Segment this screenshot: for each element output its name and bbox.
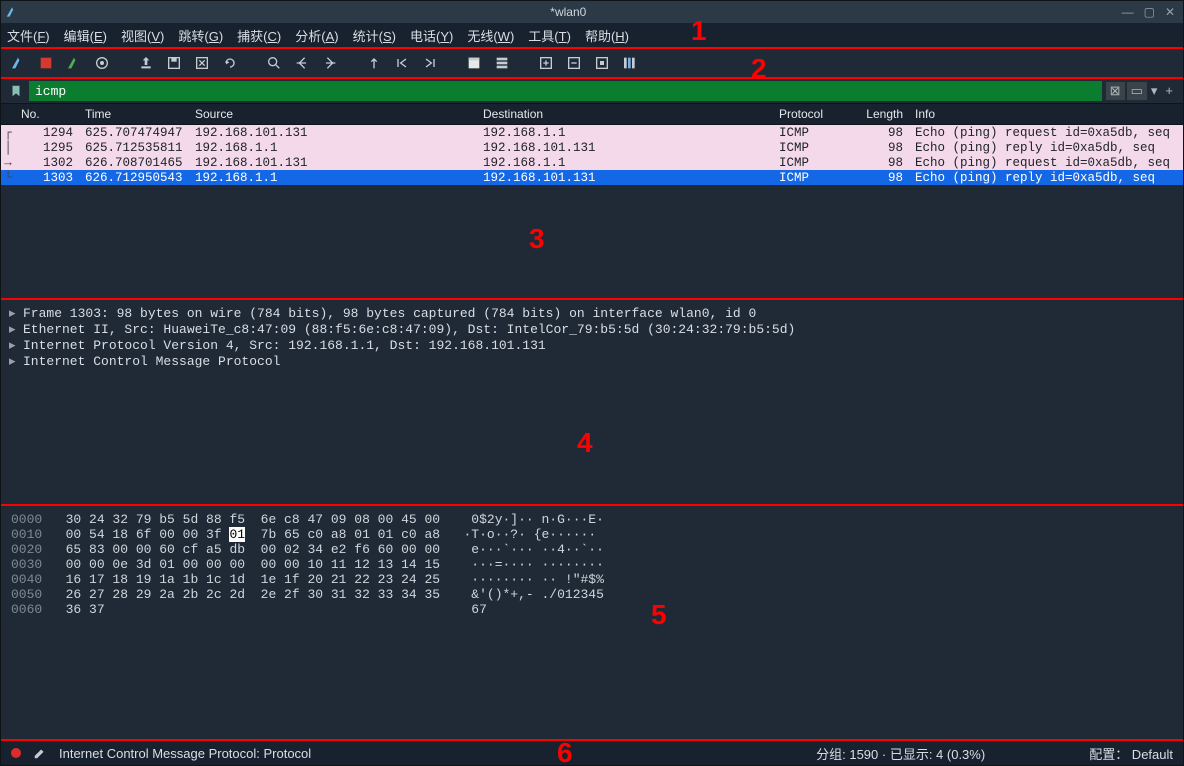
open-icon[interactable]	[135, 52, 157, 74]
status-left: Internet Control Message Protocol: Proto…	[59, 746, 311, 761]
col-protocol[interactable]: Protocol	[773, 107, 845, 121]
packet-details-pane[interactable]: ▸Frame 1303: 98 bytes on wire (784 bits)…	[1, 300, 1183, 504]
zoom-in-icon[interactable]	[535, 52, 557, 74]
minimize-button[interactable]: —	[1122, 5, 1134, 19]
menu-file[interactable]: 文件(F)	[7, 26, 50, 45]
packet-list-header: No. Time Source Destination Protocol Len…	[1, 103, 1183, 125]
filter-dropdown-icon[interactable]: ▾	[1149, 82, 1160, 100]
status-packets: 分组: 1590 · 已显示: 4 (0.3%)	[816, 744, 985, 763]
packet-bytes-pane[interactable]: 0000 30 24 32 79 b5 5d 88 f5 6e c8 47 09…	[1, 506, 1183, 739]
clear-filter-icon[interactable]: ⊠	[1106, 82, 1125, 100]
col-length[interactable]: Length	[845, 107, 909, 121]
edit-icon[interactable]	[33, 746, 47, 760]
close-file-icon[interactable]	[191, 52, 213, 74]
restart-capture-icon[interactable]	[63, 52, 85, 74]
next-icon[interactable]	[319, 52, 341, 74]
bookmark-icon[interactable]	[7, 82, 25, 100]
packet-row[interactable]: └1303626.712950543192.168.1.1192.168.101…	[1, 170, 1183, 185]
packet-list-pane[interactable]: ┌1294625.707474947192.168.101.131192.168…	[1, 125, 1183, 298]
zoom-out-icon[interactable]	[563, 52, 585, 74]
go-last-icon[interactable]	[419, 52, 441, 74]
start-capture-icon[interactable]	[7, 52, 29, 74]
col-source[interactable]: Source	[189, 107, 477, 121]
menu-analyze[interactable]: 分析(A)	[295, 26, 338, 45]
prev-icon[interactable]	[291, 52, 313, 74]
colorize-icon[interactable]	[491, 52, 513, 74]
maximize-button[interactable]: ▢	[1144, 5, 1155, 19]
menu-view[interactable]: 视图(V)	[121, 26, 164, 45]
save-icon[interactable]	[163, 52, 185, 74]
app-icon	[1, 5, 23, 19]
col-time[interactable]: Time	[79, 107, 189, 121]
status-bar: Internet Control Message Protocol: Proto…	[1, 741, 1183, 765]
resize-cols-icon[interactable]	[619, 52, 641, 74]
go-first-icon[interactable]	[391, 52, 413, 74]
details-row[interactable]: ▸Ethernet II, Src: HuaweiTe_c8:47:09 (88…	[1, 322, 1183, 338]
stop-capture-icon[interactable]	[35, 52, 57, 74]
details-row[interactable]: ▸Internet Control Message Protocol	[1, 354, 1183, 370]
add-filter-icon[interactable]: +	[1161, 82, 1177, 100]
find-icon[interactable]	[263, 52, 285, 74]
menu-edit[interactable]: 编辑(E)	[64, 26, 107, 45]
toolbar	[1, 49, 1183, 77]
options-icon[interactable]	[91, 52, 113, 74]
menu-bar: 文件(F) 编辑(E) 视图(V) 跳转(G) 捕获(C) 分析(A) 统计(S…	[1, 23, 1183, 47]
apply-filter-icon[interactable]: ▭	[1127, 82, 1147, 100]
menu-telephony[interactable]: 电话(Y)	[410, 26, 453, 45]
expert-info-icon[interactable]	[11, 748, 21, 758]
packet-row[interactable]: →1302626.708701465192.168.101.131192.168…	[1, 155, 1183, 170]
packet-row[interactable]: ┌1294625.707474947192.168.101.131192.168…	[1, 125, 1183, 140]
filter-input[interactable]	[29, 81, 1102, 101]
details-row[interactable]: ▸Internet Protocol Version 4, Src: 192.1…	[1, 338, 1183, 354]
menu-capture[interactable]: 捕获(C)	[237, 26, 281, 45]
filter-bar: ⊠ ▭ ▾ +	[1, 79, 1183, 103]
menu-wireless[interactable]: 无线(W)	[467, 26, 514, 45]
zoom-reset-icon[interactable]	[591, 52, 613, 74]
col-destination[interactable]: Destination	[477, 107, 773, 121]
col-info[interactable]: Info	[909, 107, 1183, 121]
menu-statistics[interactable]: 统计(S)	[353, 26, 396, 45]
reload-icon[interactable]	[219, 52, 241, 74]
title-bar: *wlan0 — ▢ ✕	[1, 1, 1183, 23]
autoscroll-icon[interactable]	[463, 52, 485, 74]
menu-go[interactable]: 跳转(G)	[178, 26, 223, 45]
status-profile[interactable]: 配置： Default	[1089, 744, 1173, 763]
col-no[interactable]: No.	[15, 107, 79, 121]
window-title: *wlan0	[23, 5, 1114, 19]
details-row[interactable]: ▸Frame 1303: 98 bytes on wire (784 bits)…	[1, 306, 1183, 322]
jump-icon[interactable]	[363, 52, 385, 74]
menu-tools[interactable]: 工具(T)	[528, 26, 571, 45]
packet-row[interactable]: │1295625.712535811192.168.1.1192.168.101…	[1, 140, 1183, 155]
close-button[interactable]: ✕	[1165, 5, 1175, 19]
menu-help[interactable]: 帮助(H)	[585, 26, 629, 45]
